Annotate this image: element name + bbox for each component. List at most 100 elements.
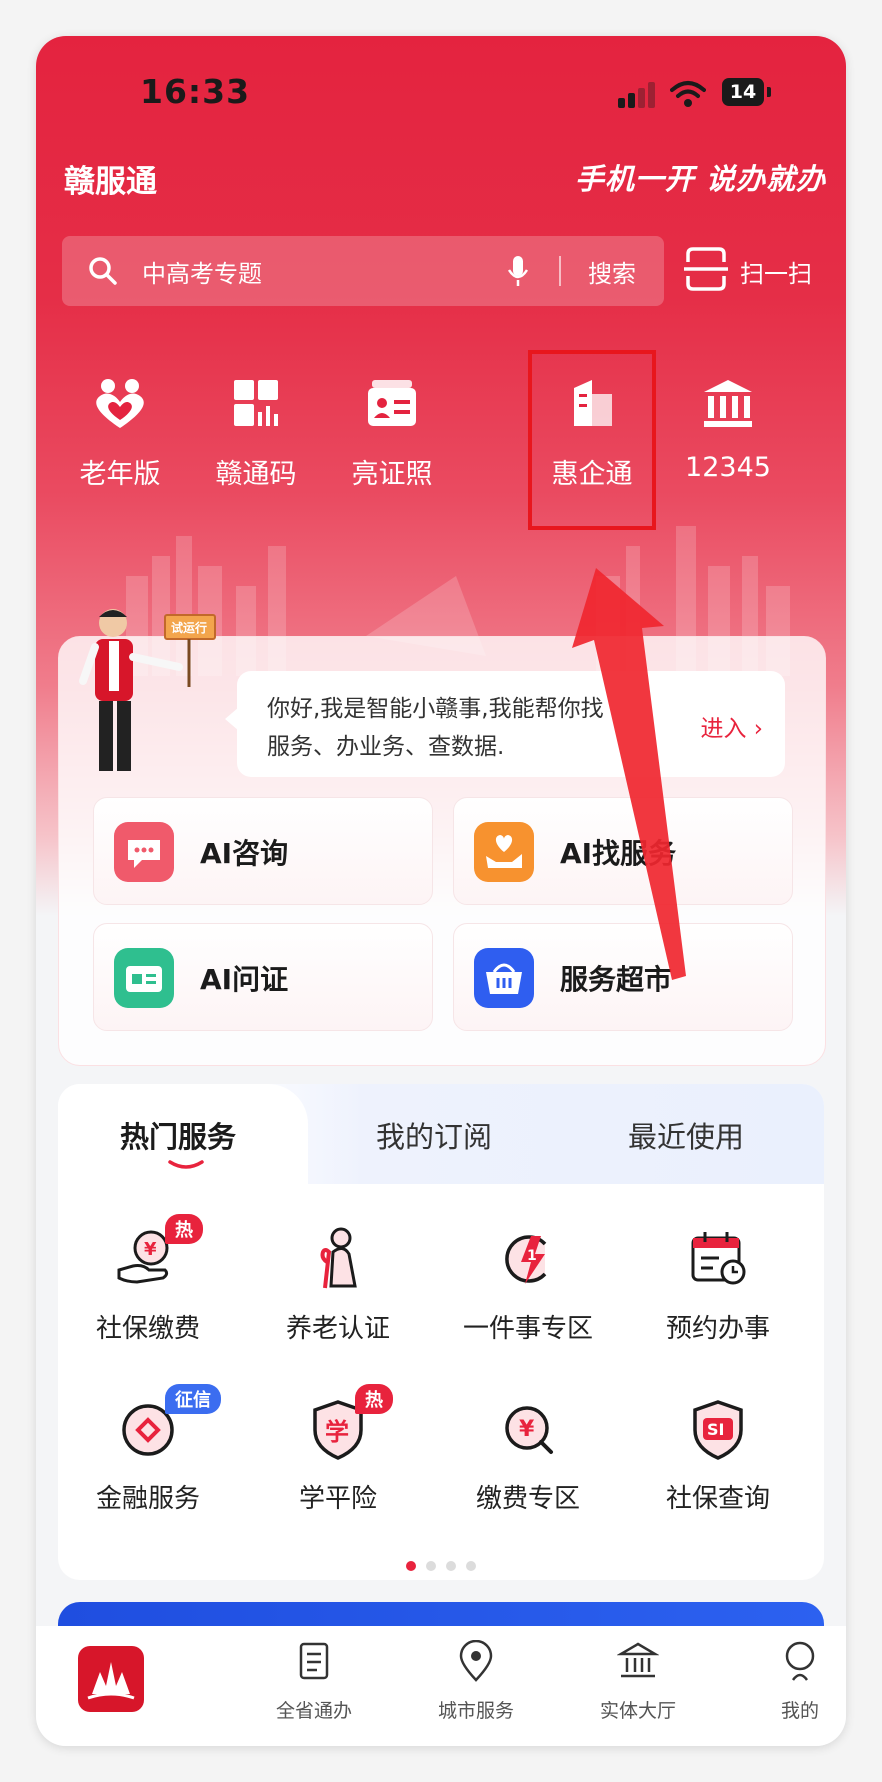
- quick-action-label: 亮证照: [351, 459, 433, 490]
- hot-badge: 热: [165, 1214, 203, 1244]
- service-finance[interactable]: 征信 金融服务: [58, 1384, 238, 1515]
- services-card: 热门服务 我的订阅 最近使用 ¥ 热 社保缴费 养老认证 1 一件事专区 预约办…: [58, 1084, 824, 1580]
- service-label: 一件事专区: [462, 1314, 593, 1344]
- search-input[interactable]: 中高考专题: [142, 254, 262, 289]
- greeting-line-2: 服务、办业务、查数据.: [267, 734, 505, 760]
- search-divider: [559, 256, 561, 286]
- heart-hands-icon: [96, 379, 144, 428]
- ai-tile-label: AI问证: [200, 963, 289, 996]
- nav-label: 城市服务: [437, 1700, 514, 1722]
- home-logo-icon[interactable]: [78, 1646, 144, 1712]
- tab-hot-services[interactable]: 热门服务: [120, 1114, 236, 1156]
- ai-tile-label: AI找服务: [560, 837, 677, 870]
- greeting-line-1: 你好,我是智能小赣事,我能帮你找: [267, 696, 604, 722]
- enter-link[interactable]: 进入 ›: [700, 709, 763, 743]
- tab-recent[interactable]: 最近使用: [628, 1114, 744, 1156]
- service-social-insurance-query[interactable]: SI 社保查询: [628, 1394, 808, 1515]
- service-label: 金融服务: [95, 1484, 200, 1514]
- service-one-thing-zone[interactable]: 1 一件事专区: [438, 1224, 618, 1345]
- quick-action-12345[interactable]: 12345: [668, 376, 788, 483]
- chat-bubble-icon: [114, 822, 174, 882]
- app-slogan: 手机一开 说办就办: [574, 162, 826, 196]
- phone-screen: 16:33 14 赣服通 手机一开 说办就办 中高考专题 搜索 扫一扫 老年版 …: [36, 36, 846, 1746]
- quick-action-code[interactable]: 赣通码: [196, 376, 316, 491]
- ai-assistant-card: 试运行 你好,我是智能小赣事,我能帮你找 服务、办业务、查数据. 进入 › AI…: [58, 609, 826, 1066]
- nav-city-services[interactable]: 城市服务: [406, 1639, 546, 1723]
- document-icon: [299, 1642, 329, 1680]
- credit-badge: 征信: [165, 1384, 221, 1414]
- service-pension-auth[interactable]: 养老认证: [248, 1224, 428, 1345]
- heart-hand-icon: [474, 822, 534, 882]
- battery-tip: [767, 87, 771, 97]
- ai-consult-tile[interactable]: AI咨询: [93, 797, 433, 905]
- ai-tile-label: AI咨询: [200, 837, 289, 870]
- bottom-tab-bar: 全省通办 城市服务 实体大厅 我的: [36, 1626, 846, 1746]
- app-brand-title: 赣服通: [64, 164, 157, 200]
- svg-text:¥: ¥: [519, 1417, 535, 1442]
- id-card-icon: [368, 380, 416, 426]
- nav-service-hall[interactable]: 实体大厅: [568, 1640, 708, 1723]
- page-dot: [406, 1561, 416, 1571]
- service-label: 社保缴费: [95, 1314, 200, 1344]
- service-social-insurance-pay[interactable]: ¥ 热 社保缴费: [58, 1214, 238, 1345]
- government-building-icon: [704, 380, 752, 427]
- page-dot: [466, 1561, 476, 1571]
- card-icon: [114, 948, 174, 1008]
- elderly-person-icon: [320, 1227, 357, 1289]
- shield-si-icon: SI: [693, 1400, 743, 1460]
- tab-my-subscriptions[interactable]: 我的订阅: [376, 1114, 492, 1156]
- ai-ask-cert-tile[interactable]: AI问证: [93, 923, 433, 1031]
- highlight-box: [528, 350, 656, 530]
- scan-button[interactable]: 扫一扫: [684, 246, 824, 296]
- page-dot: [446, 1561, 456, 1571]
- service-payment-zone[interactable]: ¥ 缴费专区: [438, 1394, 618, 1515]
- nav-province-services[interactable]: 全省通办: [244, 1640, 384, 1723]
- quick-action-label: 老年版: [79, 459, 161, 490]
- page-dot: [426, 1561, 436, 1571]
- scan-label: 扫一扫: [740, 260, 812, 288]
- scan-icon: [684, 247, 728, 291]
- status-time: 16:33: [140, 72, 251, 111]
- search-bar[interactable]: 中高考专题 搜索: [62, 236, 664, 306]
- page-indicator: [58, 1556, 824, 1575]
- wifi-icon: [670, 81, 706, 107]
- microphone-icon[interactable]: [507, 254, 529, 288]
- svg-text:SI: SI: [707, 1420, 724, 1439]
- nav-label: 实体大厅: [599, 1700, 676, 1722]
- service-appointment[interactable]: 预约办事: [628, 1224, 808, 1345]
- svg-text:学: 学: [325, 1418, 349, 1446]
- status-bar: 16:33 14: [36, 36, 846, 136]
- nav-label: 我的: [780, 1700, 819, 1722]
- quick-action-label: 赣通码: [215, 459, 297, 490]
- nav-mine[interactable]: 我的: [730, 1640, 846, 1723]
- hot-badge: 热: [355, 1384, 393, 1414]
- ai-tile-label: 服务超市: [560, 963, 673, 996]
- service-student-insurance[interactable]: 学 热 学平险: [248, 1384, 428, 1515]
- trial-sign: 试运行: [171, 621, 208, 635]
- service-market-tile[interactable]: 服务超市: [453, 923, 793, 1031]
- quick-action-id[interactable]: 亮证照: [332, 376, 452, 491]
- ai-find-service-tile[interactable]: AI找服务: [453, 797, 793, 905]
- basket-icon: [474, 948, 534, 1008]
- quick-action-label: 12345: [685, 452, 771, 483]
- battery-icon: 14: [722, 78, 764, 106]
- person-icon: [785, 1641, 815, 1681]
- search-icon: [89, 257, 117, 285]
- service-label: 社保查询: [665, 1484, 770, 1514]
- lightning-1-icon: 1: [505, 1235, 547, 1284]
- nav-label: 全省通办: [275, 1700, 352, 1722]
- qr-grid-icon: [234, 380, 278, 426]
- svg-text:¥: ¥: [144, 1239, 157, 1260]
- tab-active-indicator: [168, 1160, 204, 1169]
- quick-action-elderly[interactable]: 老年版: [60, 376, 180, 491]
- service-label: 养老认证: [285, 1314, 390, 1344]
- location-pin-icon: [459, 1639, 493, 1682]
- service-label: 缴费专区: [475, 1484, 580, 1514]
- search-button[interactable]: 搜索: [588, 254, 636, 289]
- svg-text:1: 1: [527, 1248, 537, 1264]
- service-label: 预约办事: [665, 1314, 770, 1344]
- assistant-greeting-bubble[interactable]: 你好,我是智能小赣事,我能帮你找 服务、办业务、查数据. 进入 ›: [237, 671, 785, 777]
- signal-icon: [618, 82, 658, 108]
- yen-search-icon: ¥: [505, 1406, 553, 1454]
- hall-icon: [616, 1642, 660, 1678]
